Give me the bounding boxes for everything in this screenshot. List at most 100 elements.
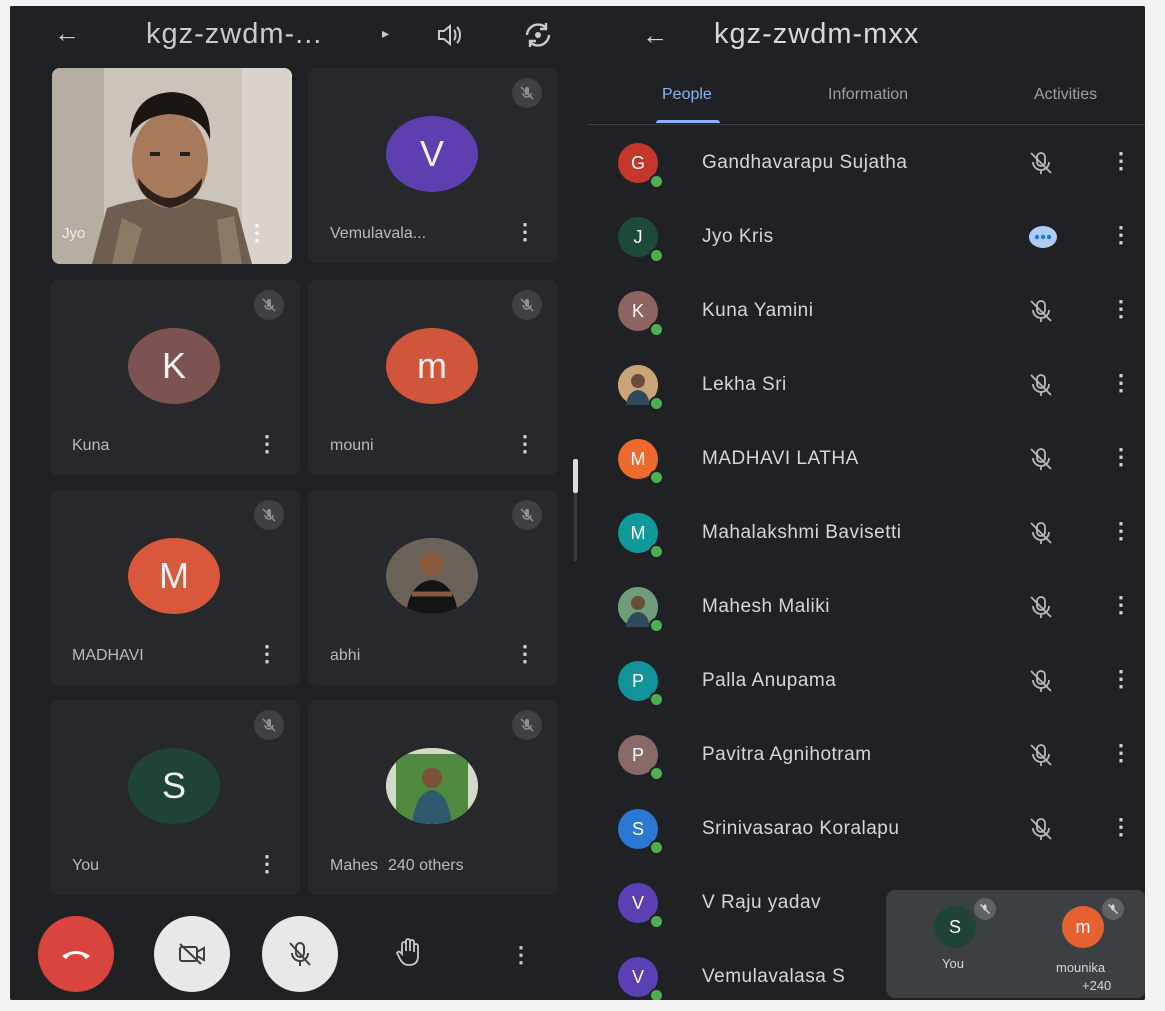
participant-name: Palla Anupama bbox=[702, 670, 837, 691]
participant-row[interactable]: P Pavitra Agnihotram ⋮ bbox=[588, 718, 1145, 792]
participant-avatar: m bbox=[386, 328, 478, 404]
online-status-dot bbox=[649, 396, 664, 411]
others-count[interactable]: 240 others bbox=[388, 857, 464, 875]
mic-off-icon bbox=[512, 710, 542, 740]
participant-avatar: S bbox=[128, 748, 220, 824]
participant-row[interactable]: J Jyo Kris ⋮ bbox=[588, 200, 1145, 274]
participant-name: Vemulavalasa S bbox=[702, 966, 846, 987]
raise-hand-button[interactable] bbox=[394, 936, 424, 973]
participant-avatar: V bbox=[386, 116, 478, 192]
more-vertical-icon[interactable]: ⋮ bbox=[514, 431, 536, 457]
participant-name: MADHAVI bbox=[72, 647, 144, 664]
more-vertical-icon[interactable]: ⋮ bbox=[1110, 666, 1132, 692]
more-vertical-icon[interactable]: ⋮ bbox=[1110, 296, 1132, 322]
more-vertical-icon[interactable]: ⋮ bbox=[246, 220, 268, 246]
mic-off-icon bbox=[1028, 816, 1054, 842]
people-panel: ← kgz-zwdm-mxx People Information Activi… bbox=[588, 6, 1145, 1000]
mini-self-view[interactable]: S You m mounika +240 bbox=[886, 890, 1145, 998]
more-vertical-icon[interactable]: ⋮ bbox=[514, 219, 536, 245]
mic-off-icon bbox=[254, 290, 284, 320]
participant-tile-self[interactable]: S You ⋮ bbox=[50, 700, 300, 895]
more-vertical-icon[interactable]: ⋮ bbox=[1110, 444, 1132, 470]
self-label: You bbox=[942, 956, 964, 971]
participant-row[interactable]: G Gandhavarapu Sujatha ⋮ bbox=[588, 126, 1145, 200]
mic-off-icon bbox=[512, 290, 542, 320]
caret-right-icon[interactable]: ▸ bbox=[382, 26, 389, 40]
other-label: mounika bbox=[1056, 960, 1106, 975]
participant-name: Jyo bbox=[62, 225, 86, 242]
mic-off-icon bbox=[1028, 520, 1054, 546]
tab-activities[interactable]: Activities bbox=[1034, 86, 1097, 104]
app-frame: ← kgz-zwdm-... ▸ Jyo ⋮ V Vemulavala... ⋮… bbox=[10, 6, 1145, 1000]
participant-tile[interactable]: abhi ⋮ bbox=[308, 490, 558, 685]
participant-name: Mahesh Maliki bbox=[702, 596, 830, 617]
switch-camera-icon[interactable] bbox=[522, 20, 554, 54]
participant-row[interactable]: K Kuna Yamini ⋮ bbox=[588, 274, 1145, 348]
participant-tile[interactable]: V Vemulavala... ⋮ bbox=[308, 68, 558, 263]
divider bbox=[588, 124, 1145, 125]
participant-tile[interactable]: M MADHAVI ⋮ bbox=[50, 490, 300, 685]
more-vertical-icon[interactable]: ⋮ bbox=[1110, 518, 1132, 544]
participant-name: Mahes bbox=[330, 857, 379, 874]
participant-name: Vemulavala... bbox=[330, 225, 427, 242]
mic-off-icon bbox=[1028, 150, 1054, 176]
more-vertical-icon[interactable]: ⋮ bbox=[1110, 740, 1132, 766]
more-vertical-icon[interactable]: ⋮ bbox=[1110, 222, 1132, 248]
speaker-icon[interactable] bbox=[436, 22, 464, 52]
more-vertical-icon[interactable]: ⋮ bbox=[1110, 814, 1132, 840]
end-call-button[interactable] bbox=[38, 916, 114, 992]
others-count: +240 bbox=[1082, 978, 1112, 993]
more-vertical-icon[interactable]: ⋮ bbox=[1110, 370, 1132, 396]
call-grid-pane: ← kgz-zwdm-... ▸ Jyo ⋮ V Vemulavala... ⋮… bbox=[10, 6, 588, 1000]
scrollbar-thumb[interactable] bbox=[573, 459, 578, 493]
participant-name: You bbox=[72, 857, 99, 874]
mic-off-icon bbox=[1028, 742, 1054, 768]
participant-tile-video[interactable]: Jyo ⋮ bbox=[52, 68, 292, 264]
online-status-dot bbox=[649, 470, 664, 485]
more-vertical-icon[interactable]: ⋮ bbox=[510, 942, 532, 968]
meeting-code-short: kgz-zwdm-... bbox=[146, 18, 323, 50]
more-vertical-icon[interactable]: ⋮ bbox=[256, 641, 278, 667]
other-avatar: m bbox=[1062, 906, 1104, 948]
online-status-dot bbox=[649, 248, 664, 263]
call-top-bar: ← kgz-zwdm-... ▸ bbox=[10, 6, 588, 64]
arrow-left-icon[interactable]: ← bbox=[54, 20, 80, 46]
participant-tile[interactable]: m mouni ⋮ bbox=[308, 280, 558, 475]
online-status-dot bbox=[649, 914, 664, 929]
tab-information[interactable]: Information bbox=[828, 86, 908, 104]
more-vertical-icon[interactable]: ⋮ bbox=[256, 851, 278, 877]
participant-row[interactable]: Lekha Sri ⋮ bbox=[588, 348, 1145, 422]
self-avatar: S bbox=[934, 906, 976, 948]
active-tab-indicator bbox=[656, 120, 720, 123]
meeting-code: kgz-zwdm-mxx bbox=[714, 18, 920, 50]
camera-toggle-button[interactable] bbox=[154, 916, 230, 992]
participant-avatar: K bbox=[128, 328, 220, 404]
participant-name: MADHAVI LATHA bbox=[702, 448, 859, 469]
participant-row[interactable]: P Palla Anupama ⋮ bbox=[588, 644, 1145, 718]
speaking-indicator-icon bbox=[1028, 224, 1057, 250]
arrow-left-icon[interactable]: ← bbox=[642, 22, 668, 48]
participant-row[interactable]: M MADHAVI LATHA ⋮ bbox=[588, 422, 1145, 496]
more-vertical-icon[interactable]: ⋮ bbox=[256, 431, 278, 457]
participant-row[interactable]: S Srinivasarao Koralapu ⋮ bbox=[588, 792, 1145, 866]
online-status-dot bbox=[649, 692, 664, 707]
phone-hangup-icon bbox=[62, 951, 90, 959]
participant-row[interactable]: Mahesh Maliki ⋮ bbox=[588, 570, 1145, 644]
participant-tile[interactable]: K Kuna ⋮ bbox=[50, 280, 300, 475]
mic-off-icon bbox=[512, 500, 542, 530]
more-vertical-icon[interactable]: ⋮ bbox=[514, 641, 536, 667]
participant-name: Gandhavarapu Sujatha bbox=[702, 152, 908, 173]
participant-name: mouni bbox=[330, 437, 374, 454]
mic-off-icon bbox=[1028, 594, 1054, 620]
participant-name: V Raju yadav bbox=[702, 892, 822, 913]
more-vertical-icon[interactable]: ⋮ bbox=[1110, 148, 1132, 174]
participant-row[interactable]: M Mahalakshmi Bavisetti ⋮ bbox=[588, 496, 1145, 570]
participant-tile-overflow[interactable]: Mahes 240 others bbox=[308, 700, 558, 895]
participant-avatar: M bbox=[128, 538, 220, 614]
mic-toggle-button[interactable] bbox=[262, 916, 338, 992]
tab-people[interactable]: People bbox=[662, 86, 712, 104]
mic-off-icon bbox=[254, 710, 284, 740]
mic-off-icon bbox=[254, 500, 284, 530]
mic-off-icon bbox=[974, 898, 996, 920]
more-vertical-icon[interactable]: ⋮ bbox=[1110, 592, 1132, 618]
